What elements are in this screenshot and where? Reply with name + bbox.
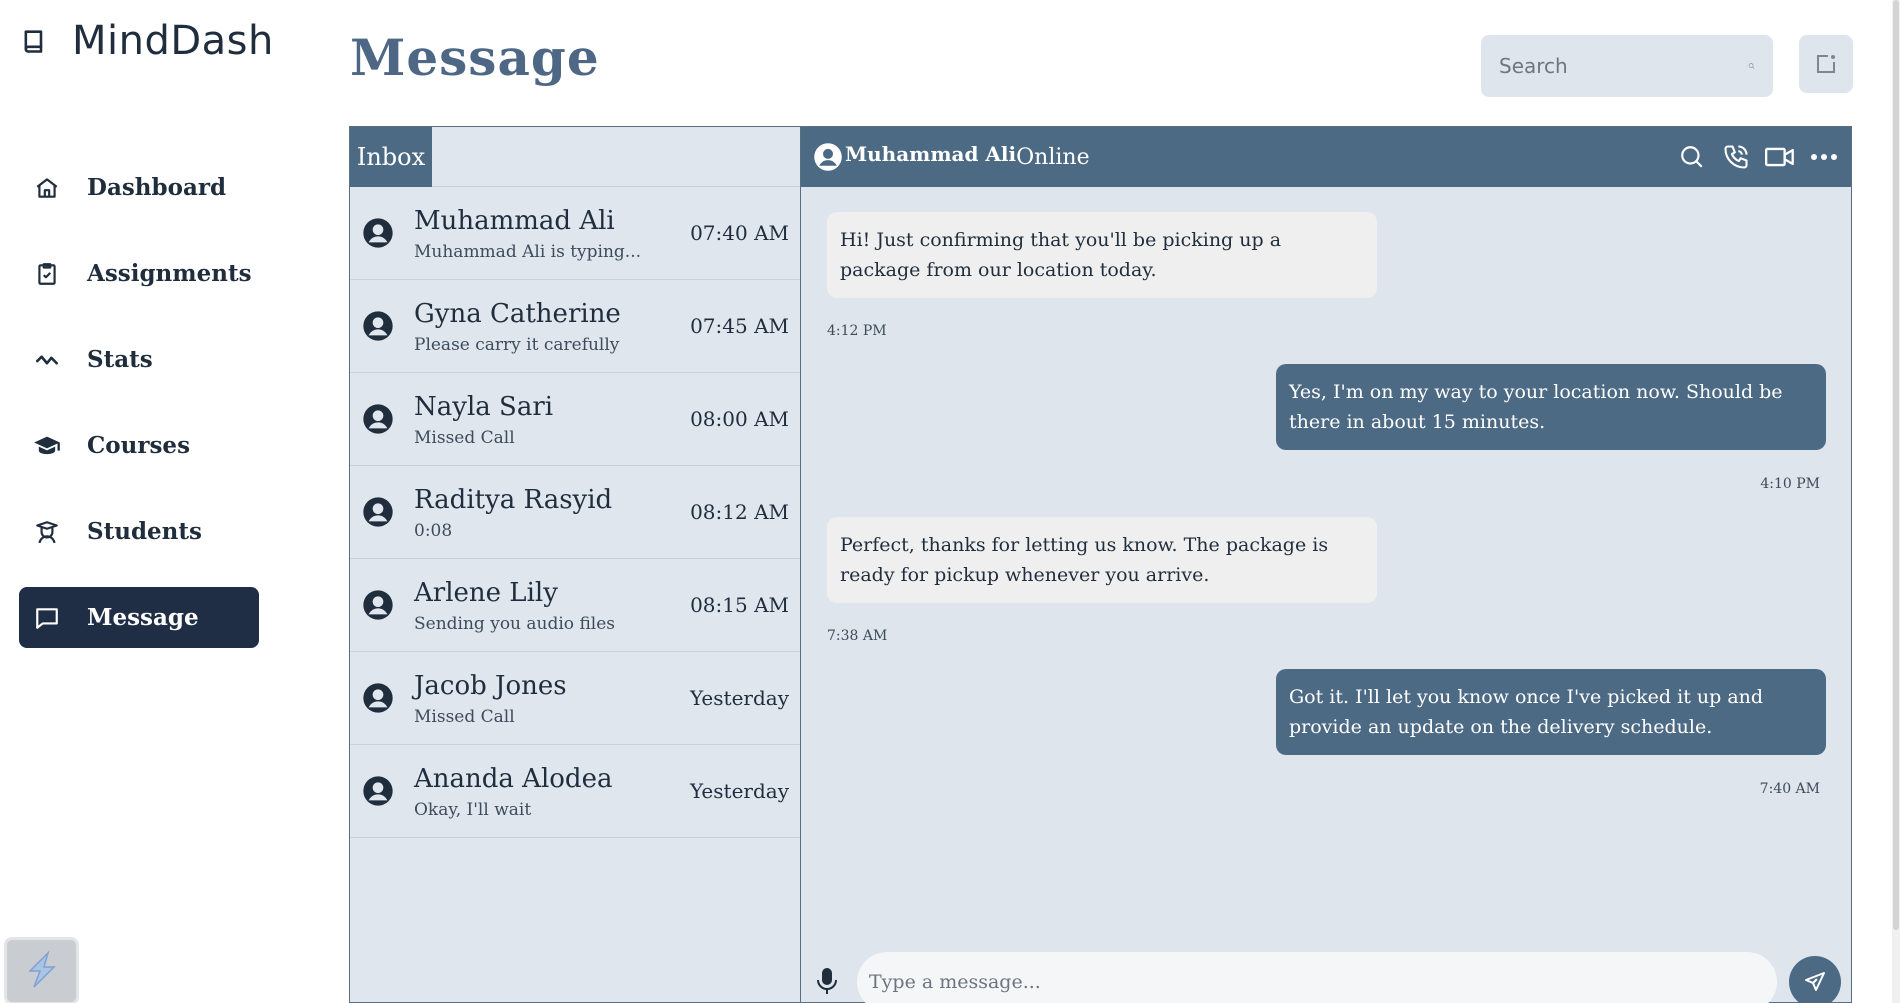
sidebar-item-label: Courses bbox=[87, 432, 191, 459]
chat-panel: Muhammad Ali Online Hi! Just confirming … bbox=[800, 126, 1852, 1003]
chat-status: Online bbox=[1016, 144, 1090, 170]
avatar bbox=[363, 497, 393, 527]
page-scrollbar[interactable] bbox=[1892, 0, 1900, 1003]
sidebar-item-assignments[interactable]: Assignments bbox=[19, 243, 259, 304]
avatar[interactable] bbox=[813, 142, 843, 172]
search-icon[interactable] bbox=[1748, 54, 1755, 78]
conversation-time: 08:00 AM bbox=[690, 407, 789, 431]
notification-button[interactable] bbox=[1799, 35, 1853, 93]
avatar bbox=[363, 404, 393, 434]
sidebar-item-students[interactable]: Students bbox=[19, 501, 259, 562]
student-icon bbox=[32, 517, 62, 547]
conversation-time: 07:45 AM bbox=[690, 314, 789, 338]
message-bubble-incoming: Perfect, thanks for letting us know. The… bbox=[827, 517, 1377, 603]
send-icon bbox=[1805, 972, 1825, 991]
graduation-cap-icon bbox=[32, 431, 62, 461]
conversation-time: 08:12 AM bbox=[690, 500, 789, 524]
chat-search-icon[interactable] bbox=[1677, 142, 1707, 172]
sidebar-nav: Dashboard Assignments Stats Courses Stud… bbox=[19, 157, 259, 673]
search-input[interactable] bbox=[1499, 54, 1748, 78]
phone-call-icon[interactable] bbox=[1721, 142, 1751, 172]
tab-inbox[interactable]: Inbox bbox=[350, 127, 432, 187]
sidebar-item-label: Students bbox=[87, 518, 202, 545]
inbox-tab-bar: Inbox bbox=[350, 127, 801, 187]
lightning-logo-icon bbox=[27, 950, 56, 988]
clipboard-check-icon bbox=[32, 259, 62, 289]
conversation-time: Yesterday bbox=[689, 779, 789, 803]
app-launcher-button[interactable] bbox=[4, 937, 79, 1003]
conversation-time: 07:40 AM bbox=[690, 221, 789, 245]
conversation-item[interactable]: Ananda Alodea Okay, I'll wait Yesterday bbox=[350, 745, 801, 838]
sidebar-item-stats[interactable]: Stats bbox=[19, 329, 259, 390]
message-timestamp: 4:12 PM bbox=[827, 323, 887, 339]
sidebar-item-label: Message bbox=[87, 604, 199, 631]
conversation-preview: Sending you audio files bbox=[414, 614, 616, 634]
scrollbar-thumb[interactable] bbox=[1893, 0, 1899, 930]
message-timestamp: 7:38 AM bbox=[827, 628, 888, 644]
chat-header: Muhammad Ali Online bbox=[801, 127, 1851, 187]
conversation-item[interactable]: Nayla Sari Missed Call 08:00 AM bbox=[350, 373, 801, 466]
message-input[interactable] bbox=[857, 952, 1777, 1003]
sidebar-item-label: Dashboard bbox=[87, 174, 227, 201]
conversation-preview: Missed Call bbox=[414, 428, 515, 448]
conversation-preview: Muhammad Ali is typing... bbox=[414, 242, 642, 262]
message-bubble-outgoing: Yes, I'm on my way to your location now.… bbox=[1276, 364, 1826, 450]
sidebar-item-courses[interactable]: Courses bbox=[19, 415, 259, 476]
chat-actions bbox=[1677, 127, 1839, 187]
message-composer bbox=[801, 952, 1851, 1003]
conversation-item[interactable]: Muhammad Ali Muhammad Ali is typing... 0… bbox=[350, 187, 801, 280]
sidebar-item-label: Stats bbox=[87, 346, 153, 373]
conversation-item[interactable]: Jacob Jones Missed Call Yesterday bbox=[350, 652, 801, 745]
brand-name: MindDash bbox=[72, 18, 274, 64]
page-title: Message bbox=[350, 28, 600, 87]
book-icon bbox=[24, 30, 43, 53]
avatar bbox=[363, 218, 393, 248]
more-options-icon[interactable] bbox=[1809, 142, 1839, 172]
conversation-time: Yesterday bbox=[689, 686, 789, 710]
avatar bbox=[363, 311, 393, 341]
message-bubble-incoming: Hi! Just confirming that you'll be picki… bbox=[827, 212, 1377, 298]
conversation-preview: Okay, I'll wait bbox=[414, 800, 532, 820]
notification-square-icon bbox=[1817, 55, 1835, 73]
trend-line-icon bbox=[32, 345, 62, 375]
sidebar-item-label: Assignments bbox=[87, 260, 252, 287]
sidebar-item-message[interactable]: Message bbox=[19, 587, 259, 648]
avatar bbox=[363, 590, 393, 620]
message-timestamp: 4:10 PM bbox=[1760, 476, 1820, 492]
conversation-preview: Missed Call bbox=[414, 707, 515, 727]
video-call-icon[interactable] bbox=[1765, 142, 1795, 172]
chat-bubble-icon bbox=[32, 603, 62, 633]
send-button[interactable] bbox=[1789, 956, 1841, 1003]
home-icon bbox=[32, 173, 62, 203]
brand[interactable]: MindDash bbox=[20, 18, 274, 64]
inbox-panel: Inbox Muhammad Ali Muhammad Ali is typin… bbox=[349, 126, 801, 1003]
search-box[interactable] bbox=[1481, 35, 1773, 97]
conversation-preview: Please carry it carefully bbox=[414, 335, 620, 355]
conversation-item[interactable]: Arlene Lily Sending you audio files 08:1… bbox=[350, 559, 801, 652]
conversation-item[interactable]: Gyna Catherine Please carry it carefully… bbox=[350, 280, 801, 373]
sidebar-item-dashboard[interactable]: Dashboard bbox=[19, 157, 259, 218]
chat-contact-name: Muhammad Ali bbox=[845, 142, 1017, 166]
message-bubble-outgoing: Got it. I'll let you know once I've pick… bbox=[1276, 669, 1826, 755]
conversation-item[interactable]: Raditya Rasyid 0:08 08:12 AM bbox=[350, 466, 801, 559]
sidebar: MindDash Dashboard Assignments Stats Cou… bbox=[0, 0, 300, 1003]
conversation-time: 08:15 AM bbox=[690, 593, 789, 617]
avatar bbox=[363, 776, 393, 806]
conversation-preview: 0:08 bbox=[414, 521, 453, 541]
microphone-icon[interactable] bbox=[815, 966, 839, 996]
message-timestamp: 7:40 AM bbox=[1759, 781, 1820, 797]
avatar bbox=[363, 683, 393, 713]
